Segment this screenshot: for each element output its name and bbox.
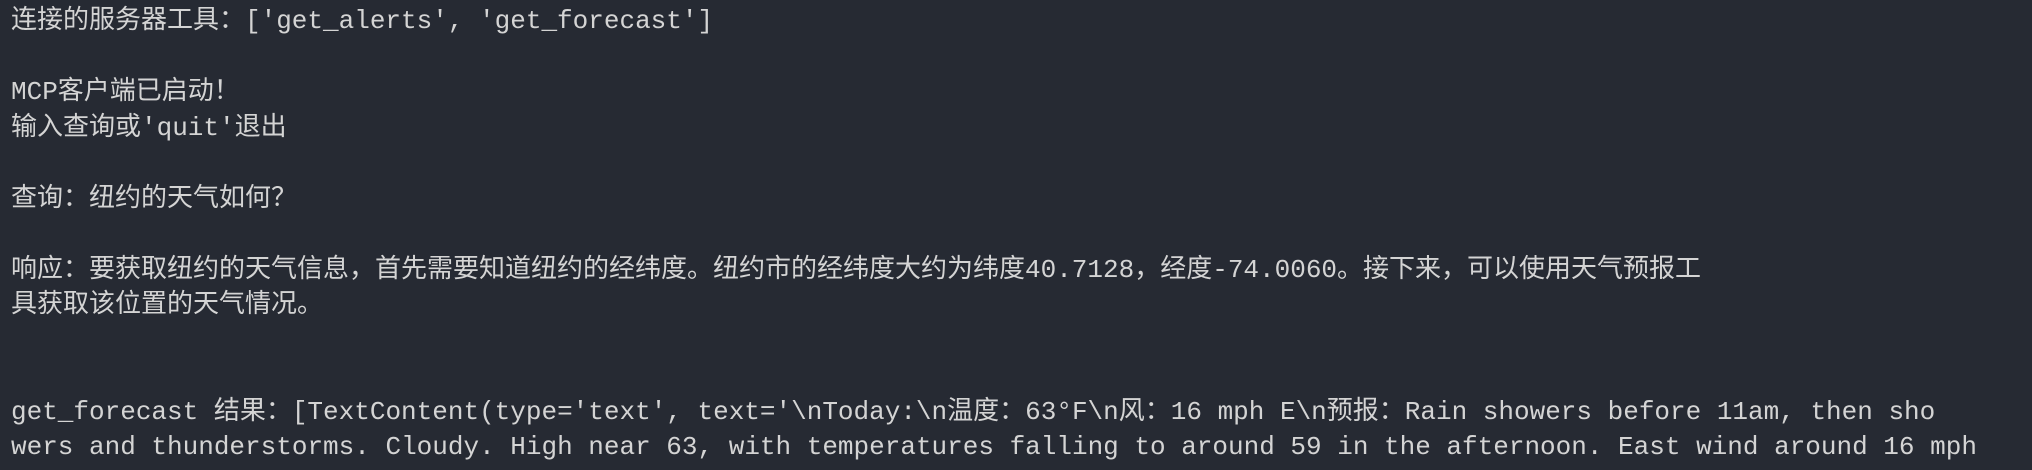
terminal-line-response-continued: 具获取该位置的天气情况。 bbox=[11, 290, 324, 320]
terminal-line-forecast-result: get_forecast 结果：[TextContent(type='text'… bbox=[11, 396, 1936, 427]
terminal-line-connected-tools: 连接的服务器工具：['get_alerts', 'get_forecast'] bbox=[11, 6, 714, 36]
terminal-output[interactable]: 连接的服务器工具：['get_alerts', 'get_forecast'] … bbox=[0, 0, 2032, 470]
terminal-line-client-started: MCP客户端已启动！ bbox=[11, 77, 240, 107]
terminal-line-response: 响应：要获取纽约的天气信息，首先需要知道纽约的经纬度。纽约市的经纬度大约为纬度4… bbox=[11, 254, 1702, 285]
terminal-line-input-prompt: 输入查询或'quit'退出 bbox=[11, 112, 287, 143]
terminal-line-forecast-result-continued: wers and thunderstorms. Cloudy. High nea… bbox=[11, 432, 1977, 462]
terminal-line-query: 查询：纽约的天气如何？ bbox=[11, 183, 298, 214]
